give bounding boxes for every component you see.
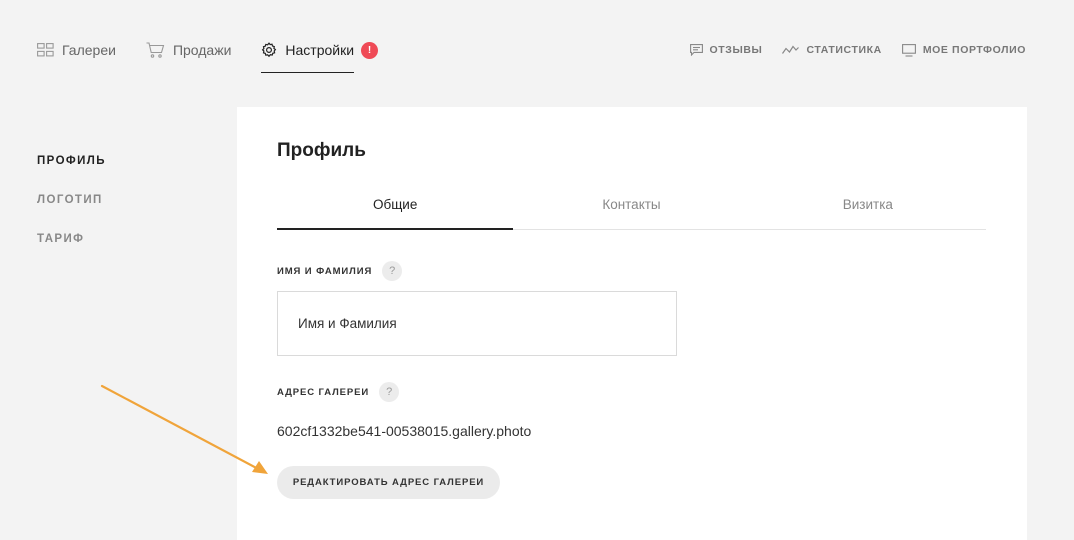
monitor-icon [901, 43, 916, 57]
nav-item-galleries[interactable]: Галереи [37, 38, 116, 62]
settings-sidemenu: ПРОФИЛЬ ЛОГОТИП ТАРИФ [37, 155, 106, 272]
gallery-field-label: АДРЕС ГАЛЕРЕИ [277, 386, 370, 398]
reviews-link-label: ОТЗЫВЫ [709, 44, 763, 56]
sidemenu-item-profile[interactable]: ПРОФИЛЬ [37, 155, 106, 171]
alert-badge: ! [361, 41, 379, 59]
grid-icon [37, 43, 54, 57]
nav-label-galleries: Галереи [62, 42, 116, 58]
chart-line-icon [782, 45, 800, 55]
tab-contacts[interactable]: Контакты [513, 188, 749, 229]
sidemenu-item-logo[interactable]: ЛОГОТИП [37, 194, 106, 210]
gallery-field-label-row: АДРЕС ГАЛЕРЕИ ? [277, 382, 400, 402]
edit-gallery-address-button[interactable]: РЕДАКТИРОВАТЬ АДРЕС ГАЛЕРЕИ [277, 466, 500, 499]
name-field-label-row: ИМЯ И ФАМИЛИЯ ? [277, 261, 403, 281]
gear-icon [261, 42, 277, 58]
name-field-label: ИМЯ И ФАМИЛИЯ [277, 265, 373, 277]
nav-item-sales[interactable]: Продажи [146, 38, 231, 62]
nav-label-sales: Продажи [172, 42, 232, 58]
comment-icon [689, 44, 703, 56]
page-title: Профиль [277, 140, 366, 161]
portfolio-link[interactable]: МОЕ ПОРТФОЛИО [901, 43, 1026, 57]
tab-business-card[interactable]: Визитка [750, 188, 986, 229]
tab-general[interactable]: Общие [277, 188, 514, 230]
nav-item-settings[interactable]: Настройки ! [261, 38, 379, 73]
profile-card: Профиль Общие Контакты Визитка ИМЯ И ФАМ… [237, 107, 1027, 540]
statistics-link-label: СТАТИСТИКА [806, 44, 882, 56]
gallery-help-icon[interactable]: ? [379, 382, 400, 402]
sidemenu-item-tariff[interactable]: ТАРИФ [37, 233, 106, 249]
reviews-link[interactable]: ОТЗЫВЫ [689, 44, 763, 56]
statistics-link[interactable]: СТАТИСТИКА [782, 44, 881, 56]
name-help-icon[interactable]: ? [382, 261, 403, 281]
main-nav: Галереи Продажи Настройки ! [37, 38, 408, 74]
nav-label-settings: Настройки [285, 42, 355, 58]
name-input[interactable] [277, 291, 677, 356]
profile-tabs: Общие Контакты Визитка [277, 188, 986, 230]
portfolio-link-label: МОЕ ПОРТФОЛИО [922, 44, 1026, 56]
cart-icon [146, 42, 165, 58]
gallery-address-value: 602cf1332be541-00538015.gallery.photo [277, 423, 532, 439]
secondary-nav: ОТЗЫВЫ СТАТИСТИКА МОЕ ПОРТФОЛИО [670, 38, 1026, 62]
